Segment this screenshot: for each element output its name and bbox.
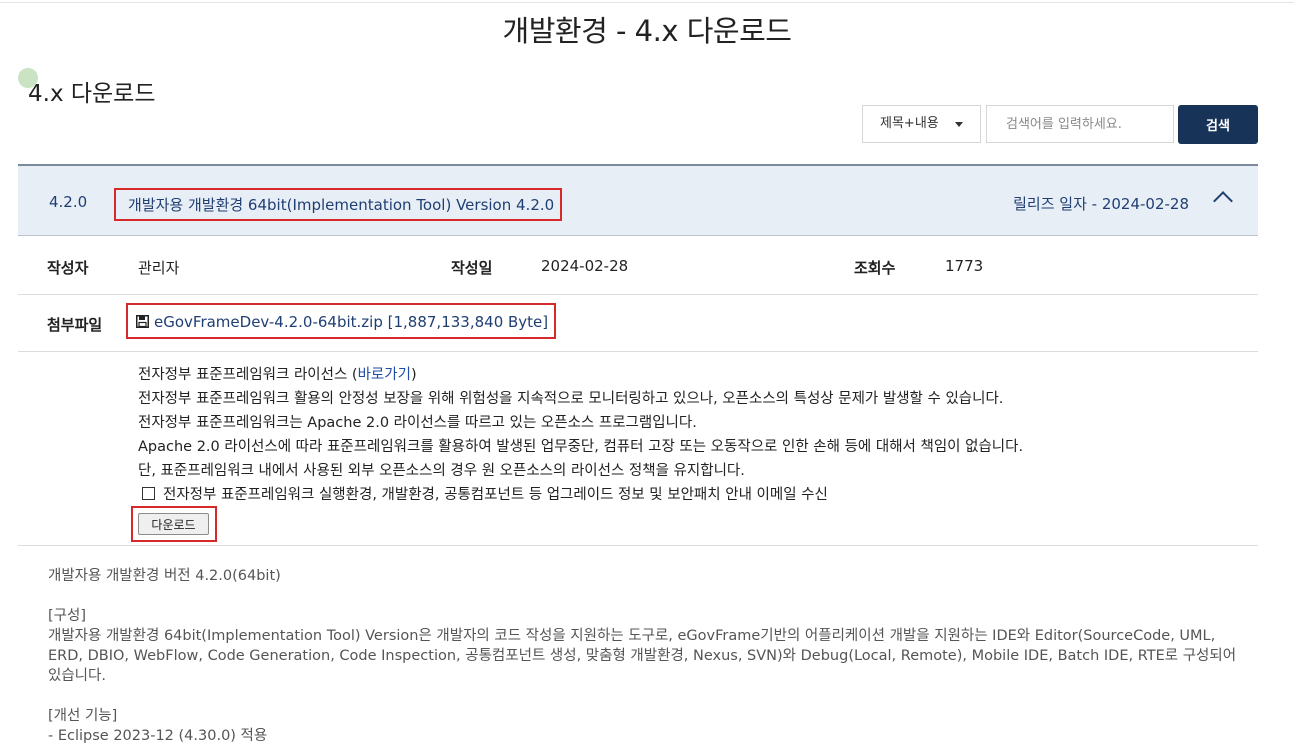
improvements-item: - Eclipse 2023-12 (4.30.0) 적용 <box>48 728 268 744</box>
license-line-3: 전자정부 표준프레임워크는 Apache 2.0 라이선스를 따르고 있는 오픈… <box>138 415 697 431</box>
license-line-2: 전자정부 표준프레임워크 활용의 안정성 보장을 위해 위험성을 지속적으로 모… <box>138 391 1004 407</box>
views-label: 조회수 <box>854 259 896 277</box>
author-value: 관리자 <box>138 259 180 277</box>
attachment-link[interactable]: eGovFrameDev-4.2.0-64bit.zip [1,887,133,… <box>126 303 557 339</box>
release-date: 릴리즈 일자 - 2024-02-28 <box>1013 195 1189 213</box>
search-input[interactable] <box>986 105 1174 143</box>
attachment-row: 첨부파일 eGovFrameDev-4.2.0-64bit.zip [1,887… <box>18 294 1258 352</box>
license-line-5: 단, 표준프레임워크 내에서 사용된 외부 오픈소스의 경우 원 오픈소스의 라… <box>138 463 745 479</box>
improvements-heading: [개선 기능] <box>48 708 118 724</box>
section-title: 4.x 다운로드 <box>28 81 156 107</box>
date-value: 2024-02-28 <box>541 257 629 275</box>
license-link[interactable]: 바로가기 <box>358 367 411 383</box>
chevron-up-icon[interactable] <box>1213 191 1233 211</box>
date-label: 작성일 <box>451 259 493 277</box>
email-consent-checkbox[interactable] <box>142 487 155 500</box>
item-header[interactable]: 4.2.0 개발자용 개발환경 64bit(Implementation Too… <box>18 164 1258 236</box>
license-line-1: 전자정부 표준프레임워크 라이선스 (바로가기) <box>138 363 1023 387</box>
info-row: 작성자 관리자 작성일 2024-02-28 조회수 1773 <box>18 237 1258 295</box>
composition-text: 개발자용 개발환경 64bit(Implementation Tool) Ver… <box>48 628 1237 684</box>
license-text: 전자정부 표준프레임워크 라이선스 ( <box>138 367 358 383</box>
description-summary: 개발자용 개발환경 버전 4.2.0(64bit) <box>48 568 281 584</box>
top-divider <box>0 2 1294 3</box>
search-type-value: 제목+내용 <box>880 116 939 131</box>
item-title[interactable]: 개발자용 개발환경 64bit(Implementation Tool) Ver… <box>114 188 563 221</box>
email-consent-label: 전자정부 표준프레임워크 실행환경, 개발환경, 공통컴포넌트 등 업그레이드 … <box>163 487 828 503</box>
floppy-icon <box>136 305 149 339</box>
chevron-down-icon <box>955 122 963 127</box>
section-divider <box>18 545 1258 546</box>
composition-heading: [구성] <box>48 608 86 624</box>
license-notice: 전자정부 표준프레임워크 라이선스 (바로가기) 전자정부 표준프레임워크 활용… <box>138 363 1023 507</box>
item-version: 4.2.0 <box>49 193 88 211</box>
license-text: ) <box>410 367 417 383</box>
download-highlight: 다운로드 <box>131 506 217 542</box>
search-type-select[interactable]: 제목+내용 <box>862 105 981 143</box>
attachment-label: 첨부파일 <box>47 316 103 334</box>
download-button[interactable]: 다운로드 <box>138 513 209 535</box>
author-label: 작성자 <box>47 259 89 277</box>
views-value: 1773 <box>945 257 984 275</box>
license-line-4: Apache 2.0 라이선스에 따라 표준프레임워크를 활용하여 발생된 업무… <box>138 439 1024 455</box>
email-consent[interactable]: 전자정부 표준프레임워크 실행환경, 개발환경, 공통컴포넌트 등 업그레이드 … <box>142 483 1023 507</box>
page-title: 개발환경 - 4.x 다운로드 <box>502 14 792 48</box>
attachment-filename: eGovFrameDev-4.2.0-64bit.zip [1,887,133,… <box>154 313 549 331</box>
description: 개발자용 개발환경 버전 4.2.0(64bit) [구성] 개발자용 개발환경… <box>48 566 1248 746</box>
search-button[interactable]: 검색 <box>1178 105 1258 144</box>
